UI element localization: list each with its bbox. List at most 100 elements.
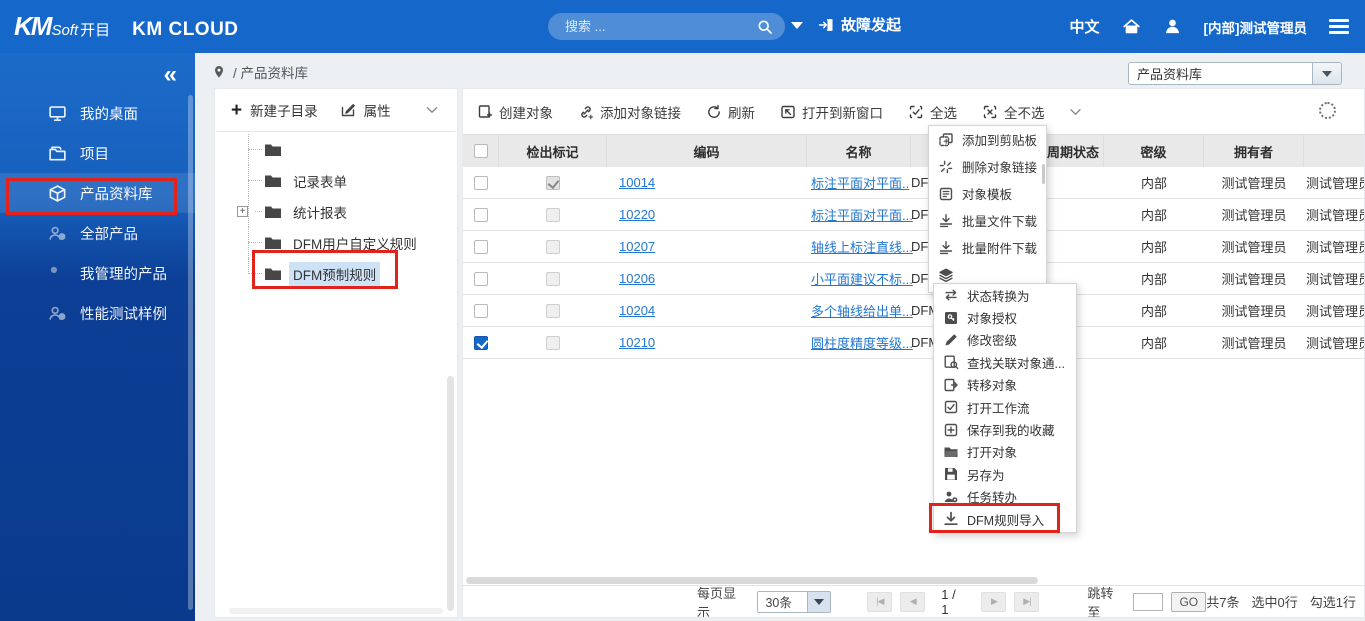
jump-to-input[interactable] [1133, 593, 1163, 611]
name-link[interactable]: 标注平面对平面.. [811, 173, 909, 192]
sidebar-collapse-icon[interactable]: « [164, 61, 177, 89]
menu-item-find-related-objects[interactable]: 查找关联对象通... [934, 351, 1076, 373]
code-link[interactable]: 10207 [619, 239, 655, 254]
menu-item-dfm-rule-import[interactable]: DFM规则导入 [934, 508, 1076, 530]
menu-scrollbar[interactable] [1042, 164, 1045, 184]
row-checkbox[interactable] [474, 336, 488, 350]
table-row[interactable]: 10207 轴线上标注直线... DFM 内部 测试管理员 测试管理员 [463, 231, 1365, 263]
next-page-button[interactable]: ▶ [981, 592, 1006, 612]
download-icon [938, 240, 954, 256]
library-select[interactable]: 产品资料库 [1128, 62, 1342, 85]
tree-item-dfm-preset-rules[interactable]: DFM预制规则 [215, 258, 457, 289]
home-icon[interactable] [1122, 17, 1141, 36]
tree-item-label: 记录表单 [289, 169, 351, 193]
menu-item-add-to-clipboard[interactable]: 添加到剪贴板 [929, 126, 1046, 153]
sidebar-item-my-desktop[interactable]: 我的桌面 [0, 93, 195, 133]
search-input[interactable] [548, 19, 757, 34]
code-link[interactable]: 10204 [619, 303, 655, 318]
menu-item-remove-object-link[interactable]: 删除对象链接 [929, 153, 1046, 180]
col-name[interactable]: 名称 [807, 135, 911, 167]
add-object-link-button[interactable]: 添加对象链接 [578, 102, 681, 122]
sidebar-item-projects[interactable]: 项目 [0, 133, 195, 173]
name-link[interactable]: 小平面建议不标... [811, 269, 913, 288]
menu-item-object-template[interactable]: 对象模板 [929, 180, 1046, 207]
menu-item-open-object[interactable]: 打开对象 [934, 441, 1076, 463]
col-owner[interactable]: 拥有者 [1204, 135, 1304, 167]
sidebar-item-product-library[interactable]: 产品资料库 [0, 173, 195, 213]
toolbar-more-chevron-icon[interactable] [1066, 104, 1085, 120]
table-row[interactable]: 10220 标注平面对平面... DFM 内部 测试管理员 测试管理员 [463, 199, 1365, 231]
name-link[interactable]: 圆柱度精度等级... [811, 333, 913, 352]
table-row[interactable]: 10206 小平面建议不标... DFM 内部 测试管理员 测试管理员 [463, 263, 1365, 295]
select-all-button[interactable]: 全选 [908, 102, 957, 122]
last-page-button[interactable]: ▶| [1014, 592, 1039, 612]
tree-item-record-forms[interactable]: 记录表单 [215, 165, 457, 196]
sidebar-item-performance-test-samples[interactable]: 性能测试样例 [0, 293, 195, 333]
header-checkbox[interactable] [474, 144, 488, 158]
code-link[interactable]: 10014 [619, 175, 655, 190]
new-subdirectory-button[interactable]: 新建子目录 [250, 100, 318, 120]
sync-status-icon[interactable] [1319, 102, 1336, 119]
tree-scrollbar[interactable] [447, 376, 454, 611]
create-object-button[interactable]: 创建对象 [477, 102, 553, 122]
fault-initiate-button[interactable]: 故障发起 [818, 14, 901, 35]
library-select-arrow-button[interactable] [1312, 63, 1341, 84]
prev-page-button[interactable]: ◀ [900, 592, 925, 612]
global-search[interactable] [548, 13, 785, 40]
sidebar-item-my-managed-products[interactable]: 我管理的产品 [0, 253, 195, 293]
menu-item-label: 打开工作流 [967, 398, 1030, 417]
table-row[interactable]: 10210 圆柱度精度等级... DFM 内部 测试管理员 测试管理员 [463, 327, 1365, 359]
table-row[interactable]: 10204 多个轴线给出单... DFM 内部 测试管理员 测试管理员 [463, 295, 1365, 327]
name-link[interactable]: 多个轴线给出单... [811, 301, 913, 320]
sidebar-item-all-products[interactable]: 全部产品 [0, 213, 195, 253]
name-link[interactable]: 轴线上标注直线... [811, 237, 913, 256]
row-checkbox[interactable] [474, 272, 488, 286]
menu-item-transfer-object[interactable]: 转移对象 [934, 374, 1076, 396]
row-checkbox[interactable] [474, 304, 488, 318]
current-user[interactable]: [内部]测试管理员 [1204, 17, 1308, 37]
refresh-button[interactable]: 刷新 [706, 102, 755, 122]
language-switch[interactable]: 中文 [1069, 16, 1099, 37]
menu-item-save-as[interactable]: 另存为 [934, 463, 1076, 485]
menu-item-modify-secrecy[interactable]: 修改密级 [934, 329, 1076, 351]
properties-button[interactable]: 属性 [364, 100, 391, 120]
tree-item-label: 统计报表 [289, 200, 351, 224]
tree-item-statistics-reports[interactable]: + 统计报表 [215, 196, 457, 227]
name-link[interactable]: 标注平面对平面... [811, 205, 913, 224]
hamburger-menu-icon[interactable] [1329, 19, 1349, 34]
sidebar-scrollbar[interactable] [188, 95, 193, 610]
menu-item-change-state[interactable]: 状态转换为 [934, 284, 1076, 306]
col-checkout[interactable]: 检出标记 [499, 135, 607, 167]
deselect-all-button[interactable]: 全不选 [982, 102, 1045, 122]
open-new-window-button[interactable]: 打开到新窗口 [780, 102, 883, 122]
tree-horizontal-scrollbar[interactable] [229, 608, 443, 614]
menu-item-batch-file-download[interactable]: 批量文件下载 [929, 207, 1046, 234]
col-extra[interactable] [1304, 135, 1365, 167]
row-checkbox[interactable] [474, 176, 488, 190]
tree-item-unnamed[interactable] [215, 134, 457, 165]
menu-item-open-workflow[interactable]: 打开工作流 [934, 396, 1076, 418]
search-scope-caret[interactable] [791, 22, 803, 29]
table-row[interactable]: 10014 标注平面对平面.. DFM 内部 测试管理员 测试管理员 [463, 167, 1365, 199]
menu-item-task-transfer[interactable]: 任务转办 [934, 486, 1076, 508]
row-checkbox[interactable] [474, 208, 488, 222]
code-link[interactable]: 10210 [619, 335, 655, 350]
per-page-select[interactable]: 30条 [757, 591, 831, 613]
tree-expander-icon[interactable]: + [237, 206, 248, 217]
user-icon[interactable] [1163, 17, 1182, 36]
chevron-down-icon[interactable] [423, 102, 441, 118]
tree-item-dfm-user-rules[interactable]: DFM用户自定义规则 [215, 227, 457, 258]
table-horizontal-scrollbar[interactable] [466, 577, 1038, 584]
go-button[interactable]: GO [1171, 592, 1206, 612]
menu-item-object-authorization[interactable]: 对象授权 [934, 306, 1076, 328]
row-checkbox[interactable] [474, 240, 488, 254]
code-link[interactable]: 10220 [619, 207, 655, 222]
per-page-arrow-button[interactable] [807, 592, 830, 612]
code-link[interactable]: 10206 [619, 271, 655, 286]
menu-item-batch-attachment-download[interactable]: 批量附件下载 [929, 234, 1046, 261]
col-secrecy[interactable]: 密级 [1104, 135, 1204, 167]
menu-item-save-to-favorites[interactable]: 保存到我的收藏 [934, 418, 1076, 440]
search-icon[interactable] [757, 19, 773, 35]
col-code[interactable]: 编码 [607, 135, 807, 167]
first-page-button[interactable]: |◀ [867, 592, 892, 612]
